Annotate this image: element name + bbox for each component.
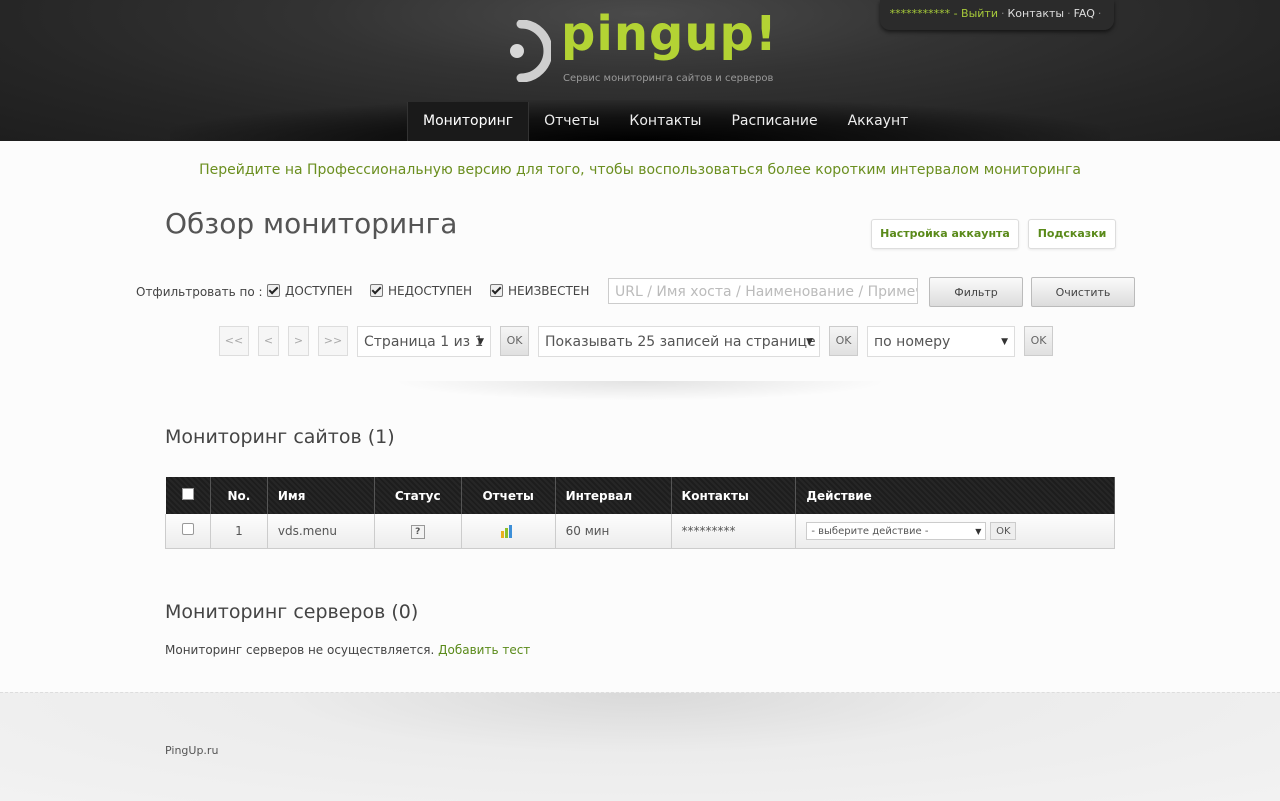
main-nav: Мониторинг Отчеты Контакты Расписание Ак… bbox=[407, 102, 923, 141]
filter-unavailable[interactable]: НЕДОСТУПЕН bbox=[370, 284, 472, 298]
action-select-value: - выберите действие - bbox=[811, 525, 929, 537]
row-interval: 60 мин bbox=[555, 514, 672, 549]
table-header-row: No. Имя Статус Отчеты Интервал Контакты … bbox=[165, 477, 1115, 514]
select-all-header bbox=[165, 477, 211, 514]
per-page-ok-button[interactable]: OK bbox=[829, 326, 858, 356]
logo-text: pingup! bbox=[561, 6, 778, 62]
prev-page-button[interactable]: < bbox=[258, 326, 279, 356]
main-content: Перейдите на Профессиональную версию для… bbox=[0, 141, 1280, 692]
nav-monitoring[interactable]: Мониторинг bbox=[407, 102, 530, 141]
next-page-button[interactable]: > bbox=[288, 326, 309, 356]
row-action-cell: - выберите действие - ▼ OK bbox=[795, 514, 1115, 549]
contacts-link[interactable]: Контакты bbox=[1007, 7, 1064, 20]
filter-unknown[interactable]: НЕИЗВЕСТЕН bbox=[490, 284, 589, 298]
clear-button[interactable]: Очистить bbox=[1031, 277, 1135, 307]
row-no: 1 bbox=[210, 514, 268, 549]
nav-contacts[interactable]: Контакты bbox=[614, 102, 716, 141]
servers-empty-message: Мониторинг серверов не осуществляется. bbox=[165, 643, 435, 657]
checkbox-unavailable-label: НЕДОСТУПЕН bbox=[388, 284, 473, 298]
checkbox-unknown[interactable] bbox=[490, 284, 503, 297]
promo-banner[interactable]: Перейдите на Профессиональную версию для… bbox=[0, 162, 1280, 178]
user-name: *********** bbox=[889, 7, 951, 20]
row-name[interactable]: vds.menu bbox=[267, 514, 375, 549]
col-name[interactable]: Имя bbox=[267, 477, 375, 514]
logo-tagline: Сервис мониторинга сайтов и серверов bbox=[563, 73, 774, 84]
filter-button[interactable]: Фильтр bbox=[929, 277, 1023, 307]
chevron-down-icon: ▼ bbox=[806, 337, 813, 347]
table-row: 1 vds.menu ? 60 мин ********* - выберите… bbox=[165, 514, 1115, 549]
logo-mark-icon bbox=[510, 20, 551, 82]
site-footer: PingUp.ru bbox=[0, 692, 1280, 801]
bar-chart-icon-bar bbox=[505, 527, 509, 538]
col-reports[interactable]: Отчеты bbox=[461, 477, 556, 514]
checkbox-available-label: ДОСТУПЕН bbox=[285, 284, 353, 298]
page-ok-button[interactable]: OK bbox=[500, 326, 529, 356]
sites-table: No. Имя Статус Отчеты Интервал Контакты … bbox=[165, 477, 1115, 549]
per-page-select-value: Показывать 25 записей на странице bbox=[545, 334, 816, 350]
row-reports-cell bbox=[461, 514, 556, 549]
page-select-value: Страница 1 из 1 bbox=[364, 334, 484, 350]
hints-button[interactable]: Подсказки bbox=[1028, 219, 1116, 249]
account-settings-button[interactable]: Настройка аккаунта bbox=[871, 219, 1019, 249]
action-ok-button[interactable]: OK bbox=[990, 521, 1017, 540]
section-divider bbox=[390, 381, 890, 401]
separator: · bbox=[1000, 7, 1005, 20]
status-unknown-icon[interactable]: ? bbox=[410, 524, 425, 539]
search-input[interactable]: URL / Имя хоста / Наименование / Примеча… bbox=[608, 278, 918, 304]
nav-account[interactable]: Аккаунт bbox=[833, 102, 924, 141]
row-status-cell: ? bbox=[374, 514, 462, 549]
col-action: Действие bbox=[795, 477, 1115, 514]
sort-select[interactable]: по номеру ▼ bbox=[867, 326, 1015, 357]
per-page-select[interactable]: Показывать 25 записей на странице ▼ bbox=[538, 326, 820, 357]
chevron-down-icon: ▼ bbox=[1001, 337, 1008, 347]
dash: - bbox=[953, 7, 962, 20]
bar-chart-icon[interactable] bbox=[501, 524, 515, 538]
sites-section-title: Мониторинг сайтов (1) bbox=[165, 426, 395, 448]
first-page-button[interactable]: << bbox=[219, 326, 249, 356]
filter-label: Отфильтровать по : bbox=[136, 285, 263, 299]
last-page-button[interactable]: >> bbox=[318, 326, 348, 356]
chevron-down-icon: ▼ bbox=[477, 337, 484, 347]
bar-chart-icon-bar bbox=[501, 530, 505, 538]
logout-link[interactable]: Выйти bbox=[961, 7, 998, 20]
bar-chart-icon-bar bbox=[509, 524, 513, 538]
checkbox-unavailable[interactable] bbox=[370, 284, 383, 297]
checkbox-available[interactable] bbox=[267, 284, 280, 297]
nav-schedule[interactable]: Расписание bbox=[716, 102, 832, 141]
footer-text: PingUp.ru bbox=[165, 744, 219, 757]
faq-link[interactable]: FAQ bbox=[1074, 7, 1095, 20]
site-header: pingup! Сервис мониторинга сайтов и серв… bbox=[0, 0, 1280, 141]
sort-select-value: по номеру bbox=[874, 334, 951, 350]
filter-available[interactable]: ДОСТУПЕН bbox=[267, 284, 352, 298]
col-contacts[interactable]: Контакты bbox=[671, 477, 797, 514]
pagination-bar: << < > >> Страница 1 из 1 ▼ OK Показыват… bbox=[0, 326, 1280, 358]
servers-empty-text: Мониторинг серверов не осуществляется. Д… bbox=[165, 643, 530, 657]
checkbox-unknown-label: НЕИЗВЕСТЕН bbox=[508, 284, 590, 298]
col-no[interactable]: No. bbox=[210, 477, 268, 514]
separator: · bbox=[1097, 7, 1102, 20]
add-test-link[interactable]: Добавить тест bbox=[438, 643, 530, 657]
row-checkbox[interactable] bbox=[181, 523, 194, 536]
col-status[interactable]: Статус bbox=[374, 477, 462, 514]
top-user-bar: *********** - Выйти · Контакты · FAQ · bbox=[880, 0, 1114, 30]
logo[interactable]: pingup! Сервис мониторинга сайтов и серв… bbox=[505, 6, 777, 90]
col-interval[interactable]: Интервал bbox=[555, 477, 672, 514]
row-select-cell bbox=[165, 514, 211, 549]
separator: · bbox=[1067, 7, 1071, 20]
chevron-down-icon: ▼ bbox=[975, 526, 982, 536]
action-select[interactable]: - выберите действие - ▼ bbox=[806, 521, 987, 540]
page-title: Обзор мониторинга bbox=[165, 207, 458, 240]
select-all-checkbox[interactable] bbox=[181, 488, 194, 500]
servers-section-title: Мониторинг серверов (0) bbox=[165, 601, 419, 623]
sort-ok-button[interactable]: OK bbox=[1024, 326, 1053, 356]
page-select[interactable]: Страница 1 из 1 ▼ bbox=[357, 326, 491, 357]
row-contacts: ********* bbox=[671, 514, 797, 549]
nav-reports[interactable]: Отчеты bbox=[529, 102, 614, 141]
